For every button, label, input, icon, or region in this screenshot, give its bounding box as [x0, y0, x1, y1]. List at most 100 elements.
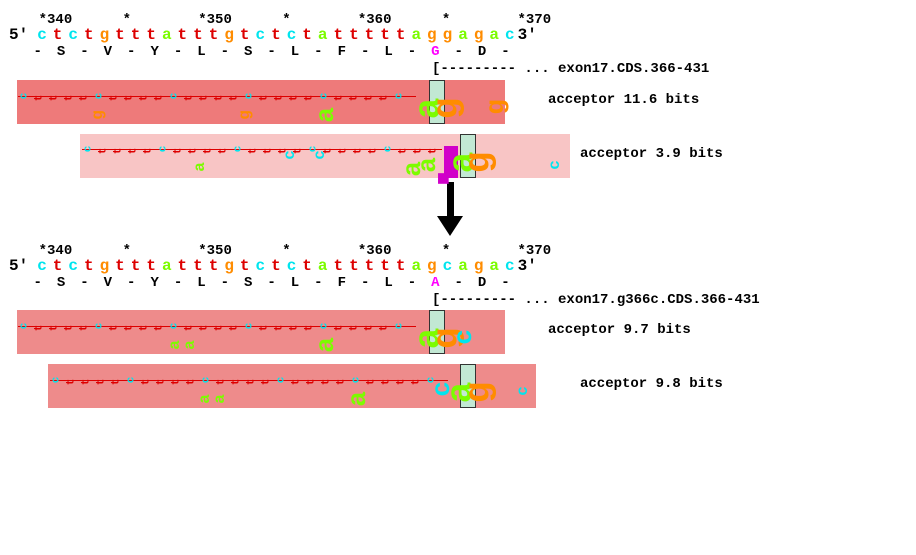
logo-small-c: c: [425, 377, 437, 384]
amino-char: -: [494, 275, 517, 291]
logo-small-t: t: [320, 379, 332, 386]
logo-small-t: t: [397, 148, 409, 155]
logo-letter-c: c: [514, 386, 532, 396]
logo-small-t: t: [335, 379, 347, 386]
logo-letter-a: a: [343, 391, 373, 407]
logo-small-t: t: [305, 379, 317, 386]
logo-small-t: t: [230, 379, 242, 386]
base-t: t: [190, 26, 206, 44]
five-prime-label: 5': [9, 257, 25, 275]
base-a: a: [408, 257, 424, 275]
logo-small-t: t: [48, 95, 60, 102]
logo-letter-g: g: [458, 382, 499, 404]
logo-small-t: t: [333, 95, 345, 102]
amino-char: -: [166, 275, 189, 291]
logo-small-t: t: [378, 95, 390, 102]
logo-small-c: c: [157, 146, 169, 153]
logo-small-t: t: [277, 148, 289, 155]
logo-small-c: c: [393, 323, 405, 330]
base-g: g: [221, 257, 237, 275]
base-t: t: [81, 257, 97, 275]
base-a: a: [486, 257, 502, 275]
logo-small-t: t: [292, 148, 304, 155]
mutation-arrow-shaft: [447, 182, 454, 220]
logo-small-t: t: [78, 95, 90, 102]
amino-char: -: [73, 44, 96, 60]
exon-annotation-bottom: [--------- ... exon17.g366c.CDS.366-431: [432, 292, 760, 308]
logo-small-t: t: [348, 325, 360, 332]
logo-small-c: c: [318, 323, 330, 330]
logo-small-t: t: [198, 95, 210, 102]
logo-small-t: t: [262, 148, 274, 155]
logo-small-t: t: [33, 325, 45, 332]
three-prime-label: 3': [518, 26, 534, 44]
base-t: t: [128, 26, 144, 44]
logo-small-t: t: [48, 325, 60, 332]
amino-char: L: [190, 275, 213, 291]
logo-small-c: c: [93, 323, 105, 330]
base-t: t: [346, 26, 362, 44]
logo-small-c: c: [275, 377, 287, 384]
base-c: c: [65, 26, 81, 44]
logo-small-t: t: [290, 379, 302, 386]
base-g: g: [424, 257, 440, 275]
amino-char: -: [260, 44, 283, 60]
logo-small-c: c: [393, 93, 405, 100]
base-t: t: [393, 257, 409, 275]
acceptor-label-2: acceptor 3.9 bits: [580, 146, 723, 162]
logo-small-t: t: [352, 148, 364, 155]
base-t: t: [190, 257, 206, 275]
base-t: t: [299, 26, 315, 44]
logo-small-t: t: [202, 148, 214, 155]
logo-small-t: t: [215, 379, 227, 386]
logo-small-t: t: [198, 325, 210, 332]
base-t: t: [112, 26, 128, 44]
base-t: t: [377, 26, 393, 44]
logo-letter-c: c: [546, 160, 564, 170]
logo-small-t: t: [213, 95, 225, 102]
amino-char: Y: [143, 275, 166, 291]
amino-char: -: [447, 44, 470, 60]
acceptor-label-1: acceptor 11.6 bits: [548, 92, 699, 108]
amino-char: S: [237, 275, 260, 291]
amino-row-bottom: -S-V-Y-L-S-L-F-L-A-D-: [26, 275, 517, 291]
logo-small-t: t: [228, 95, 240, 102]
logo-small-t: t: [183, 325, 195, 332]
base-t: t: [81, 26, 97, 44]
base-t: t: [206, 26, 222, 44]
amino-char: -: [26, 44, 49, 60]
logo-small-t: t: [110, 379, 122, 386]
base-t: t: [362, 257, 378, 275]
logo-small-c: c: [125, 377, 137, 384]
base-t: t: [377, 257, 393, 275]
base-a: a: [159, 26, 175, 44]
base-t: t: [50, 26, 66, 44]
amino-char: V: [96, 275, 119, 291]
logo-letter-block: ■: [432, 172, 457, 185]
logo-small-t: t: [228, 325, 240, 332]
logo-small-t: t: [337, 148, 349, 155]
sequence-bottom: 5' ctctgtttatttgtctctatttttagcagac3': [9, 257, 533, 275]
logo-small-t: t: [288, 95, 300, 102]
logo-small-t: t: [247, 148, 259, 155]
amino-char: -: [307, 275, 330, 291]
amino-char: -: [26, 275, 49, 291]
logo-small-t: t: [303, 95, 315, 102]
base-g: g: [97, 26, 113, 44]
logo-small-t: t: [348, 95, 360, 102]
logo-small-c: c: [243, 323, 255, 330]
logo-small-t: t: [155, 379, 167, 386]
logo-small-t: t: [108, 325, 120, 332]
amino-char: F: [330, 44, 353, 60]
logo-letter-g: g: [236, 110, 254, 120]
logo-letter-a: a: [166, 340, 184, 350]
amino-char: -: [494, 44, 517, 60]
base-t: t: [143, 257, 159, 275]
logo-small-t: t: [303, 325, 315, 332]
amino-char: V: [96, 44, 119, 60]
amino-char: -: [120, 44, 143, 60]
logo-small-t: t: [363, 325, 375, 332]
base-t: t: [346, 257, 362, 275]
acceptor-label-4: acceptor 9.8 bits: [580, 376, 723, 392]
logo-small-t: t: [112, 148, 124, 155]
